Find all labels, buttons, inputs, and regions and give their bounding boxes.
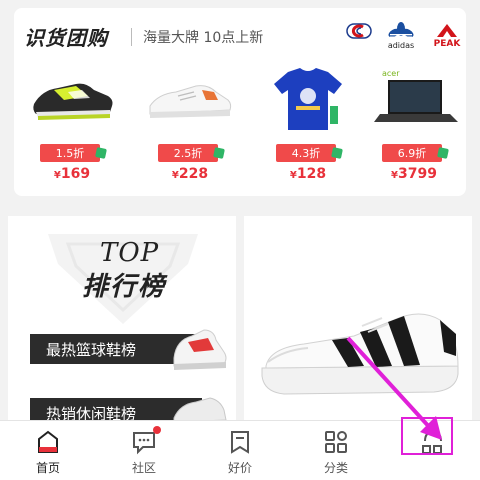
nav-item-community[interactable]: 社区: [96, 421, 192, 480]
group-buy-header: 识货团购 海量大牌 10点上新 adidas PEAK: [24, 22, 460, 58]
product-item[interactable]: 2.5折 ¥228: [142, 66, 238, 192]
bottom-navigation: 首页 社区 好价 分类: [0, 420, 480, 480]
ranking-item-label: 最热篮球鞋榜: [46, 340, 137, 359]
home-icon: [35, 429, 61, 455]
bookmark-icon: [227, 429, 253, 455]
peak-mountain-icon: [437, 24, 457, 37]
top-ranking-card[interactable]: TOP 排行榜 最热篮球鞋榜 热销休闲鞋榜: [8, 216, 236, 420]
discount-badge: 2.5折: [158, 144, 218, 162]
profile-icon: [419, 429, 445, 455]
product-item[interactable]: acer 6.9折 ¥3799: [366, 66, 462, 192]
nav-item-profile[interactable]: [384, 421, 480, 480]
header-divider: [131, 28, 132, 46]
discount-badge: 4.3折: [276, 144, 336, 162]
acer-laptop-image: acer: [374, 69, 458, 122]
ranking-item-label: 热销休闲鞋榜: [46, 404, 137, 421]
champion-c-icon: [346, 23, 372, 39]
ranking-title-cn: 排行榜: [82, 272, 167, 302]
peak-label: PEAK: [433, 39, 461, 49]
nav-label-community: 社区: [131, 461, 156, 475]
discount-badge: 6.9折: [382, 144, 442, 162]
casual-shoe-image: [173, 397, 227, 420]
product-item[interactable]: 4.3折 ¥128: [260, 66, 356, 192]
product-list: 1.5折 ¥169 2.5折 ¥228 4.3折 ¥128 acer 6.9折 …: [14, 66, 466, 192]
adidas-trefoil-icon: [388, 22, 414, 38]
champion-logo[interactable]: [342, 22, 376, 56]
basketball-shoe-image: [173, 329, 227, 370]
discount-badge: 1.5折: [40, 144, 100, 162]
product-price: ¥169: [53, 166, 91, 182]
chat-icon: [131, 426, 161, 455]
group-buy-title: 识货团购: [24, 26, 108, 50]
nav-label-deals: 好价: [227, 461, 252, 475]
group-buy-subtitle: 海量大牌 10点上新: [143, 30, 264, 46]
peak-logo[interactable]: PEAK: [430, 22, 464, 56]
grid-icon: [323, 429, 349, 455]
nav-label-category: 分类: [323, 461, 348, 475]
svg-text:acer: acer: [382, 69, 400, 78]
featured-product-card[interactable]: [244, 216, 472, 420]
running-shoe-image: [33, 83, 113, 120]
adidas-label: adidas: [387, 41, 415, 50]
product-price: ¥128: [289, 166, 327, 182]
white-sneaker-image: [149, 85, 232, 118]
product-item[interactable]: 1.5折 ¥169: [24, 66, 120, 192]
adidas-superstar-image: [261, 313, 459, 395]
blue-tshirt-image: [274, 68, 342, 130]
product-price: ¥228: [171, 166, 209, 182]
notification-badge: [153, 426, 161, 434]
ranking-title-en: TOP: [100, 238, 160, 268]
nav-item-home[interactable]: 首页: [0, 421, 96, 480]
adidas-logo[interactable]: adidas: [384, 22, 418, 56]
group-buy-card[interactable]: 识货团购 海量大牌 10点上新 adidas PEAK 1.5折 ¥169 2.…: [14, 8, 466, 196]
product-price: ¥3799: [391, 166, 437, 182]
nav-label-home: 首页: [35, 461, 60, 475]
nav-item-deals[interactable]: 好价: [192, 421, 288, 480]
nav-item-category[interactable]: 分类: [288, 421, 384, 480]
